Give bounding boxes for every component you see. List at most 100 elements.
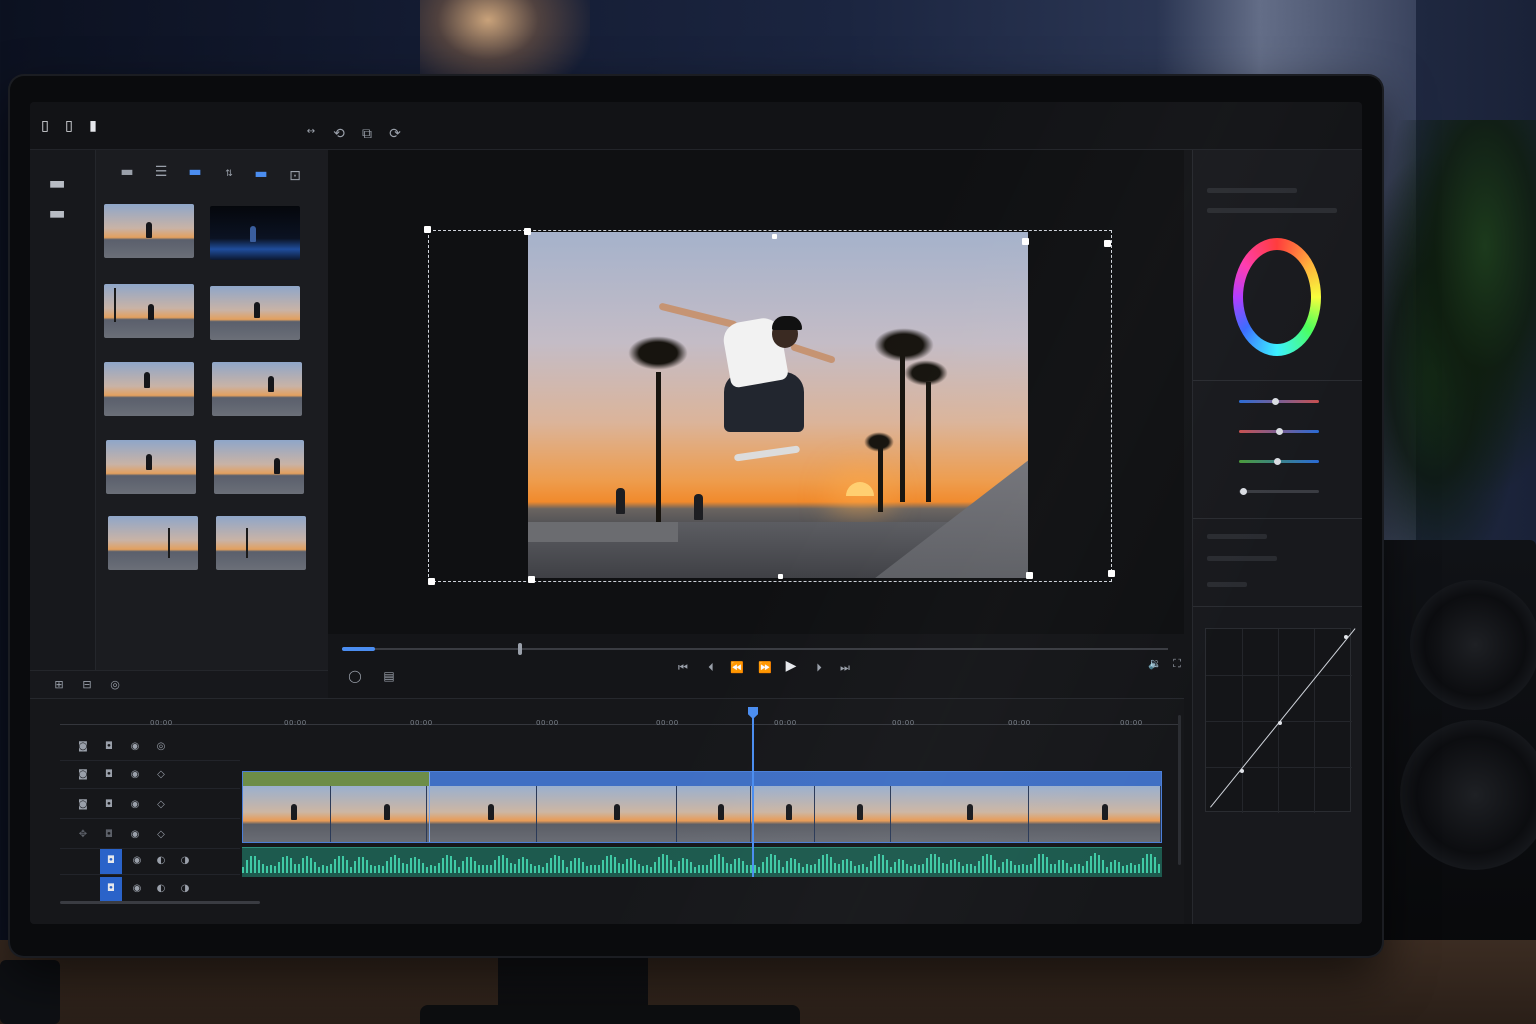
- folder-icon[interactable]: ▬: [48, 205, 66, 224]
- timeline-vertical-scrollbar[interactable]: [1178, 715, 1181, 865]
- slider-knob[interactable]: [1276, 428, 1283, 435]
- transform-handle[interactable]: [1022, 238, 1029, 245]
- media-thumbnail[interactable]: [212, 362, 302, 416]
- sort-icon[interactable]: ⇅: [220, 166, 238, 184]
- scrub-bar[interactable]: [342, 648, 1168, 650]
- lock-icon[interactable]: ◘: [100, 827, 118, 845]
- settings-icon[interactable]: ◎: [106, 677, 124, 695]
- mute-icon[interactable]: ◐: [152, 853, 170, 871]
- slider-knob[interactable]: [1272, 398, 1279, 405]
- folder-open-icon[interactable]: ▬: [252, 166, 270, 184]
- curve-point[interactable]: [1344, 635, 1348, 639]
- audio-clip[interactable]: [242, 847, 1162, 877]
- step-back-icon[interactable]: ⏪: [728, 660, 746, 678]
- eye-icon[interactable]: ◉: [128, 881, 146, 899]
- media-thumbnail[interactable]: [108, 516, 198, 570]
- track-header-row[interactable]: ◙ ◘ ◉ ◇: [60, 763, 240, 789]
- link-icon[interactable]: ◇: [152, 797, 170, 815]
- color-slider-1[interactable]: [1239, 400, 1319, 403]
- media-thumbnail[interactable]: [210, 206, 300, 260]
- link-icon[interactable]: ◎: [152, 739, 170, 757]
- crop-icon[interactable]: ⧉: [358, 126, 376, 144]
- lock-icon[interactable]: ◘: [100, 797, 118, 815]
- transform-handle[interactable]: [1108, 570, 1115, 577]
- solo-icon[interactable]: ◑: [176, 881, 194, 899]
- curve-point[interactable]: [1278, 721, 1282, 725]
- media-thumbnail[interactable]: [214, 440, 304, 494]
- import-icon[interactable]: ⊡: [286, 168, 304, 186]
- transform-handle[interactable]: [772, 234, 777, 239]
- loop-icon[interactable]: ◯: [346, 668, 364, 686]
- link-icon[interactable]: ◇: [152, 767, 170, 785]
- transform-handle[interactable]: [524, 228, 531, 235]
- transform-handle[interactable]: [1026, 572, 1033, 579]
- audio-track-icon[interactable]: ◘: [102, 881, 120, 899]
- folder-blue-icon[interactable]: ▬: [186, 164, 204, 182]
- move-icon[interactable]: ✥: [74, 827, 92, 845]
- media-thumbnail[interactable]: [210, 286, 300, 340]
- page-icon[interactable]: ▯: [60, 118, 78, 136]
- transform-bounding-box[interactable]: [428, 230, 1112, 582]
- step-forward-icon[interactable]: ⏩: [756, 660, 774, 678]
- volume-icon[interactable]: 🔉: [1146, 656, 1164, 674]
- play-icon[interactable]: ▶: [782, 658, 800, 676]
- color-slider-4[interactable]: [1239, 490, 1319, 493]
- track-header-row[interactable]: ◙ ◘ ◉ ◎: [60, 735, 240, 761]
- camera-icon[interactable]: ◙: [74, 767, 92, 785]
- rotate-icon[interactable]: ⟲: [330, 126, 348, 144]
- eye-icon[interactable]: ◉: [126, 797, 144, 815]
- timeline-scrollbar[interactable]: [60, 901, 260, 904]
- media-thumbnail[interactable]: [104, 362, 194, 416]
- loop-icon[interactable]: ⟳: [386, 126, 404, 144]
- curve-point[interactable]: [1240, 769, 1244, 773]
- playhead[interactable]: [752, 707, 754, 877]
- page-narrow-icon[interactable]: ▮: [84, 118, 102, 136]
- eye-icon[interactable]: ◉: [126, 827, 144, 845]
- transform-handle[interactable]: [428, 578, 435, 585]
- transform-handle[interactable]: [778, 574, 783, 579]
- tone-curve[interactable]: [1210, 628, 1356, 808]
- transform-handle[interactable]: [424, 226, 431, 233]
- media-thumbnail[interactable]: [104, 204, 194, 258]
- track-header-row[interactable]: ✥ ◘ ◉ ◇: [60, 823, 240, 849]
- go-to-start-icon[interactable]: ⏮: [674, 660, 692, 678]
- media-thumbnail[interactable]: [106, 440, 196, 494]
- solo-icon[interactable]: ◑: [176, 853, 194, 871]
- media-thumbnail[interactable]: [216, 516, 306, 570]
- folder-icon[interactable]: ▬: [118, 164, 136, 182]
- link-icon[interactable]: ◇: [152, 827, 170, 845]
- mute-icon[interactable]: ◐: [152, 881, 170, 899]
- gallery-icon[interactable]: ⊟: [78, 677, 96, 695]
- lock-icon[interactable]: ◘: [100, 767, 118, 785]
- list-icon[interactable]: ☰: [152, 164, 170, 182]
- media-thumbnail[interactable]: [104, 284, 194, 338]
- track-header-row[interactable]: ◘ ◉ ◐ ◑: [60, 877, 240, 903]
- eye-icon[interactable]: ◉: [126, 767, 144, 785]
- track-header-row[interactable]: ◘ ◉ ◐ ◑: [60, 849, 240, 875]
- waveform-bar: [1030, 864, 1032, 873]
- scrub-handle[interactable]: [518, 643, 522, 655]
- arrow-icon[interactable]: ↔: [302, 124, 320, 142]
- next-frame-icon[interactable]: ⏵: [810, 660, 828, 678]
- curves-editor[interactable]: [1205, 628, 1356, 813]
- panel-icon[interactable]: ▯: [36, 118, 54, 136]
- eye-icon[interactable]: ◉: [128, 853, 146, 871]
- eye-icon[interactable]: ◉: [126, 739, 144, 757]
- go-to-end-icon[interactable]: ⏭: [836, 660, 854, 678]
- slider-knob[interactable]: [1274, 458, 1281, 465]
- marker-icon[interactable]: ▤: [380, 668, 398, 686]
- waveform-bar: [498, 856, 500, 873]
- image-icon[interactable]: ⊞: [50, 677, 68, 695]
- transform-handle[interactable]: [1104, 240, 1111, 247]
- lock-icon[interactable]: ◘: [100, 739, 118, 757]
- folder-icon[interactable]: ▬: [48, 175, 66, 194]
- slider-knob[interactable]: [1240, 488, 1247, 495]
- video-clip[interactable]: [242, 771, 1162, 843]
- camera-icon[interactable]: ◙: [74, 797, 92, 815]
- audio-track-icon[interactable]: ◘: [102, 853, 120, 871]
- previous-frame-icon[interactable]: ⏴: [702, 660, 720, 678]
- transform-handle[interactable]: [528, 576, 535, 583]
- camera-icon[interactable]: ◙: [74, 739, 92, 757]
- track-header-row[interactable]: ◙ ◘ ◉ ◇: [60, 793, 240, 819]
- fullscreen-icon[interactable]: ⛶: [1168, 656, 1186, 674]
